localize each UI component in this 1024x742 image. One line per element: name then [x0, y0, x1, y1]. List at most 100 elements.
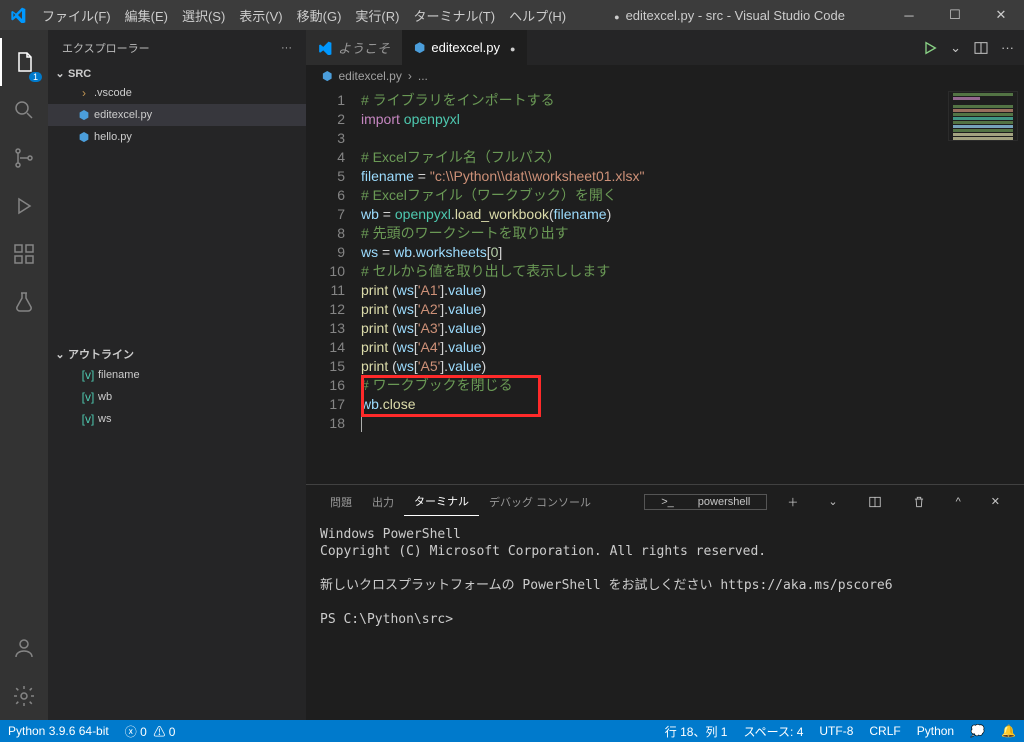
status-eol[interactable]: CRLF: [861, 724, 908, 738]
variable-icon: [ᴠ]: [78, 412, 98, 426]
vscode-logo-icon: [318, 41, 332, 55]
file-tree-item[interactable]: ›.vscode: [48, 82, 306, 104]
dirty-indicator-icon: [506, 40, 515, 55]
code-line: # ライブラリをインポートする: [361, 91, 1024, 110]
line-number: 12: [306, 300, 345, 319]
terminal-shell-label[interactable]: >_powershell: [644, 494, 767, 510]
status-language[interactable]: Python: [909, 724, 962, 738]
menu-item[interactable]: 実行(R): [348, 6, 406, 25]
testing-icon[interactable]: [0, 278, 48, 326]
line-number: 16: [306, 376, 345, 395]
editor-actions: ⌄ ···: [912, 30, 1024, 65]
split-editor-icon[interactable]: [973, 40, 989, 56]
trash-icon[interactable]: [902, 489, 936, 515]
line-number: 11: [306, 281, 345, 300]
more-icon[interactable]: ···: [1001, 40, 1014, 55]
menu-item[interactable]: 移動(G): [290, 6, 349, 25]
line-number: 17: [306, 395, 345, 414]
line-number: 10: [306, 262, 345, 281]
run-dropdown-icon[interactable]: ⌄: [950, 40, 961, 56]
run-debug-icon[interactable]: [0, 182, 48, 230]
line-number: 14: [306, 338, 345, 357]
file-label: editexcel.py: [94, 109, 152, 121]
outline-item[interactable]: [ᴠ]filename: [48, 364, 306, 386]
folder-root[interactable]: ⌄SRC: [48, 65, 306, 82]
panel-tab[interactable]: 問題: [320, 488, 362, 516]
new-terminal-icon[interactable]: ＋: [777, 488, 808, 516]
terminal-output[interactable]: Windows PowerShell Copyright (C) Microso…: [306, 518, 1024, 720]
minimize-button[interactable]: ─: [886, 0, 932, 30]
status-bell-icon[interactable]: 🔔: [993, 724, 1024, 738]
menu-item[interactable]: 表示(V): [232, 6, 289, 25]
editor-tab[interactable]: ⬢editexcel.py: [402, 30, 527, 65]
status-encoding[interactable]: UTF-8: [811, 724, 861, 738]
code-line: [361, 414, 1024, 433]
close-button[interactable]: ✕: [978, 0, 1024, 30]
line-number: 5: [306, 167, 345, 186]
run-icon[interactable]: [922, 40, 938, 56]
status-python[interactable]: Python 3.9.6 64-bit: [0, 724, 117, 738]
editor-tab[interactable]: ようこそ: [306, 30, 402, 65]
variable-icon: [ᴠ]: [78, 390, 98, 404]
code-line: wb = openpyxl.load_workbook(filename): [361, 205, 1024, 224]
status-line-col[interactable]: 行 18、列 1: [657, 723, 736, 740]
close-panel-icon[interactable]: ✕: [981, 489, 1010, 514]
source-control-icon[interactable]: [0, 134, 48, 182]
code-line: print (ws['A2'].value): [361, 300, 1024, 319]
line-number: 6: [306, 186, 345, 205]
panel: 問題出力ターミナルデバッグ コンソール >_powershell ＋ ⌄ ^ ✕…: [306, 484, 1024, 720]
minimap[interactable]: [948, 91, 1018, 141]
breadcrumb[interactable]: ⬢editexcel.py›...: [306, 65, 1024, 87]
line-number: 9: [306, 243, 345, 262]
status-feedback-icon[interactable]: 💭: [962, 724, 993, 738]
account-icon[interactable]: [0, 624, 48, 672]
status-bar: Python 3.9.6 64-bit ⓧ 0 ⚠ 0 行 18、列 1 スペー…: [0, 720, 1024, 742]
title-bar: ファイル(F)編集(E)選択(S)表示(V)移動(G)実行(R)ターミナル(T)…: [0, 0, 1024, 30]
line-number: 7: [306, 205, 345, 224]
file-tree-item[interactable]: ⬢editexcel.py: [48, 104, 306, 126]
status-indent[interactable]: スペース: 4: [735, 723, 811, 740]
more-icon[interactable]: ···: [281, 42, 292, 54]
file-label: hello.py: [94, 131, 132, 143]
search-icon[interactable]: [0, 86, 48, 134]
menu-item[interactable]: ターミナル(T): [406, 6, 502, 25]
outline-label: wb: [98, 391, 112, 403]
terminal-dropdown-icon[interactable]: ⌄: [818, 489, 847, 514]
outline-section[interactable]: ⌄アウトライン: [48, 344, 306, 364]
menu-item[interactable]: ヘルプ(H): [502, 6, 573, 25]
code-line: print (ws['A4'].value): [361, 338, 1024, 357]
tab-label: editexcel.py: [431, 40, 500, 55]
variable-icon: [ᴠ]: [78, 368, 98, 382]
line-number: 18: [306, 414, 345, 433]
sidebar-title: エクスプローラー ···: [48, 30, 306, 65]
folder-icon: ›: [74, 86, 94, 100]
code-line: import openpyxl: [361, 110, 1024, 129]
extensions-icon[interactable]: [0, 230, 48, 278]
editor-group: ようこそ ⬢editexcel.py ⌄ ··· ⬢editexcel.py›..…: [306, 30, 1024, 720]
menu-item[interactable]: 選択(S): [175, 6, 232, 25]
settings-gear-icon[interactable]: [0, 672, 48, 720]
window-title: editexcel.py - src - Visual Studio Code: [573, 8, 886, 23]
tab-label: ようこそ: [338, 38, 390, 57]
panel-tab[interactable]: 出力: [362, 488, 404, 516]
panel-tab[interactable]: デバッグ コンソール: [479, 488, 601, 516]
panel-tab[interactable]: ターミナル: [404, 487, 479, 516]
file-label: .vscode: [94, 87, 132, 99]
code-editor[interactable]: 123456789101112131415161718 # ライブラリをインポー…: [306, 87, 1024, 484]
maximize-button[interactable]: ☐: [932, 0, 978, 30]
maximize-panel-icon[interactable]: ^: [946, 490, 971, 514]
code-line: # Excelファイル（ワークブック）を開く: [361, 186, 1024, 205]
menu-item[interactable]: ファイル(F): [35, 6, 118, 25]
explorer-icon[interactable]: 1: [0, 38, 48, 86]
outline-item[interactable]: [ᴠ]wb: [48, 386, 306, 408]
code-line: print (ws['A5'].value): [361, 357, 1024, 376]
line-number: 4: [306, 148, 345, 167]
line-number: 3: [306, 129, 345, 148]
file-tree-item[interactable]: ⬢hello.py: [48, 126, 306, 148]
split-terminal-icon[interactable]: [858, 489, 892, 515]
vscode-logo-icon: [0, 7, 35, 23]
outline-label: filename: [98, 369, 140, 381]
menu-item[interactable]: 編集(E): [118, 6, 175, 25]
status-problems[interactable]: ⓧ 0 ⚠ 0: [117, 723, 184, 740]
outline-item[interactable]: [ᴠ]ws: [48, 408, 306, 430]
